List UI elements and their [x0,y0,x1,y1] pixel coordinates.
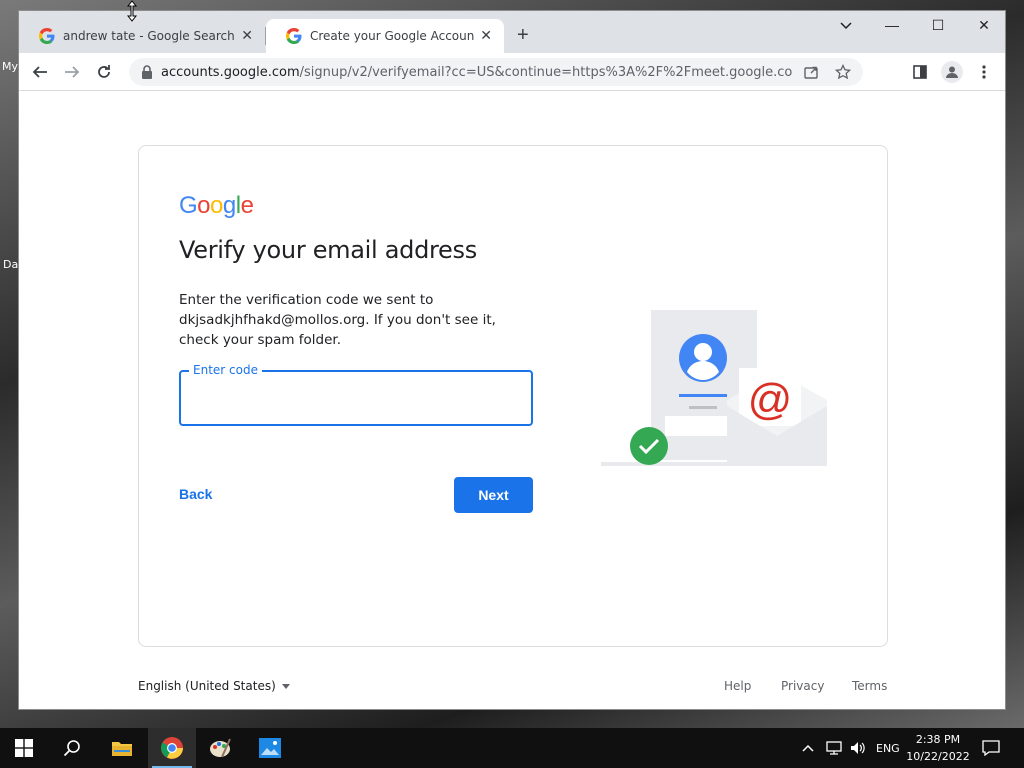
chrome-icon [161,737,183,759]
chrome-taskbar-button[interactable] [148,728,196,768]
maximize-button[interactable]: ☐ [915,17,961,34]
more-menu-icon[interactable] [973,61,995,83]
network-icon[interactable] [826,728,842,768]
tab-title: Create your Google Account [310,29,475,43]
page-footer: English (United States) Help Privacy Ter… [138,679,888,699]
desktop-icon-label[interactable]: Da [3,258,18,271]
windows-logo-icon [15,739,33,757]
browser-window: andrew tate - Google Search ✕ Create you… [18,10,1006,710]
minimize-button[interactable]: — [869,17,915,33]
reload-icon[interactable] [93,61,115,83]
profile-avatar-icon[interactable] [941,61,963,83]
tab-strip: andrew tate - Google Search ✕ Create you… [19,11,1005,53]
paint-taskbar-button[interactable] [196,728,244,768]
share-icon[interactable] [803,64,819,80]
verification-instructions: Enter the verification code we sent to d… [179,292,496,348]
page-content: Google Verify your email address Enter t… [19,91,1005,709]
tab-close-icon[interactable]: ✕ [241,28,253,44]
back-arrow-icon[interactable] [29,61,51,83]
search-icon [63,740,80,757]
language-selector[interactable]: English (United States) [138,679,290,693]
new-tab-button[interactable]: + [517,25,529,45]
file-explorer-button[interactable] [98,728,146,768]
lock-icon[interactable] [141,65,153,79]
signup-card: Google Verify your email address Enter t… [138,145,888,647]
privacy-link[interactable]: Privacy [781,679,824,693]
verify-email-illustration: @ [601,310,827,466]
side-panel-icon[interactable] [909,61,931,83]
clock-date: 10/22/2022 [906,750,970,763]
google-favicon-icon [39,28,55,44]
taskbar: ENG 2:38 PM 10/22/2022 [0,728,1024,768]
at-sign-icon: @ [748,375,793,424]
url-host: accounts.google.com [161,64,300,80]
notifications-icon[interactable] [982,728,1000,768]
url-text: accounts.google.com/signup/v2/verifyemai… [161,65,793,80]
photos-icon [259,738,281,758]
volume-icon[interactable] [850,728,866,768]
clock-time: 2:38 PM [915,733,961,746]
forward-arrow-icon[interactable] [61,61,83,83]
tab-search-chevron-icon[interactable] [823,19,869,33]
code-field[interactable]: Enter code [179,363,533,426]
address-bar[interactable]: accounts.google.com/signup/v2/verifyemai… [129,58,863,86]
code-input[interactable] [181,372,531,424]
caret-down-icon [281,684,290,689]
folder-icon [112,742,132,756]
photos-taskbar-button[interactable] [246,728,294,768]
close-window-button[interactable]: ✕ [961,17,1005,34]
start-button[interactable] [0,728,48,768]
tab-title: andrew tate - Google Search [63,29,235,43]
google-logo: Google [179,192,254,219]
desktop-icon-label[interactable]: My [2,60,18,73]
search-button[interactable] [48,728,96,768]
url-path: /signup/v2/verifyemail?cc=US&continue=ht… [299,64,793,80]
system-clock[interactable]: 2:38 PM 10/22/2022 [896,731,980,765]
resize-cursor-icon [126,0,138,22]
bookmark-star-icon[interactable] [835,64,851,80]
help-link[interactable]: Help [724,679,751,693]
next-button[interactable]: Next [454,477,533,513]
paint-palette-icon [210,738,231,758]
code-field-label: Enter code [189,363,262,377]
tab-google-search[interactable]: andrew tate - Google Search ✕ [19,19,265,53]
page-title: Verify your email address [179,236,477,264]
terms-link[interactable]: Terms [852,679,887,693]
tab-close-icon[interactable]: ✕ [480,28,492,44]
language-label: English (United States) [138,679,276,693]
back-button[interactable]: Back [171,480,220,508]
tab-create-account[interactable]: Create your Google Account ✕ [266,19,504,53]
google-favicon-icon [286,28,302,44]
browser-toolbar: accounts.google.com/signup/v2/verifyemai… [19,53,1005,91]
show-hidden-icons-chevron-icon[interactable] [802,728,814,768]
